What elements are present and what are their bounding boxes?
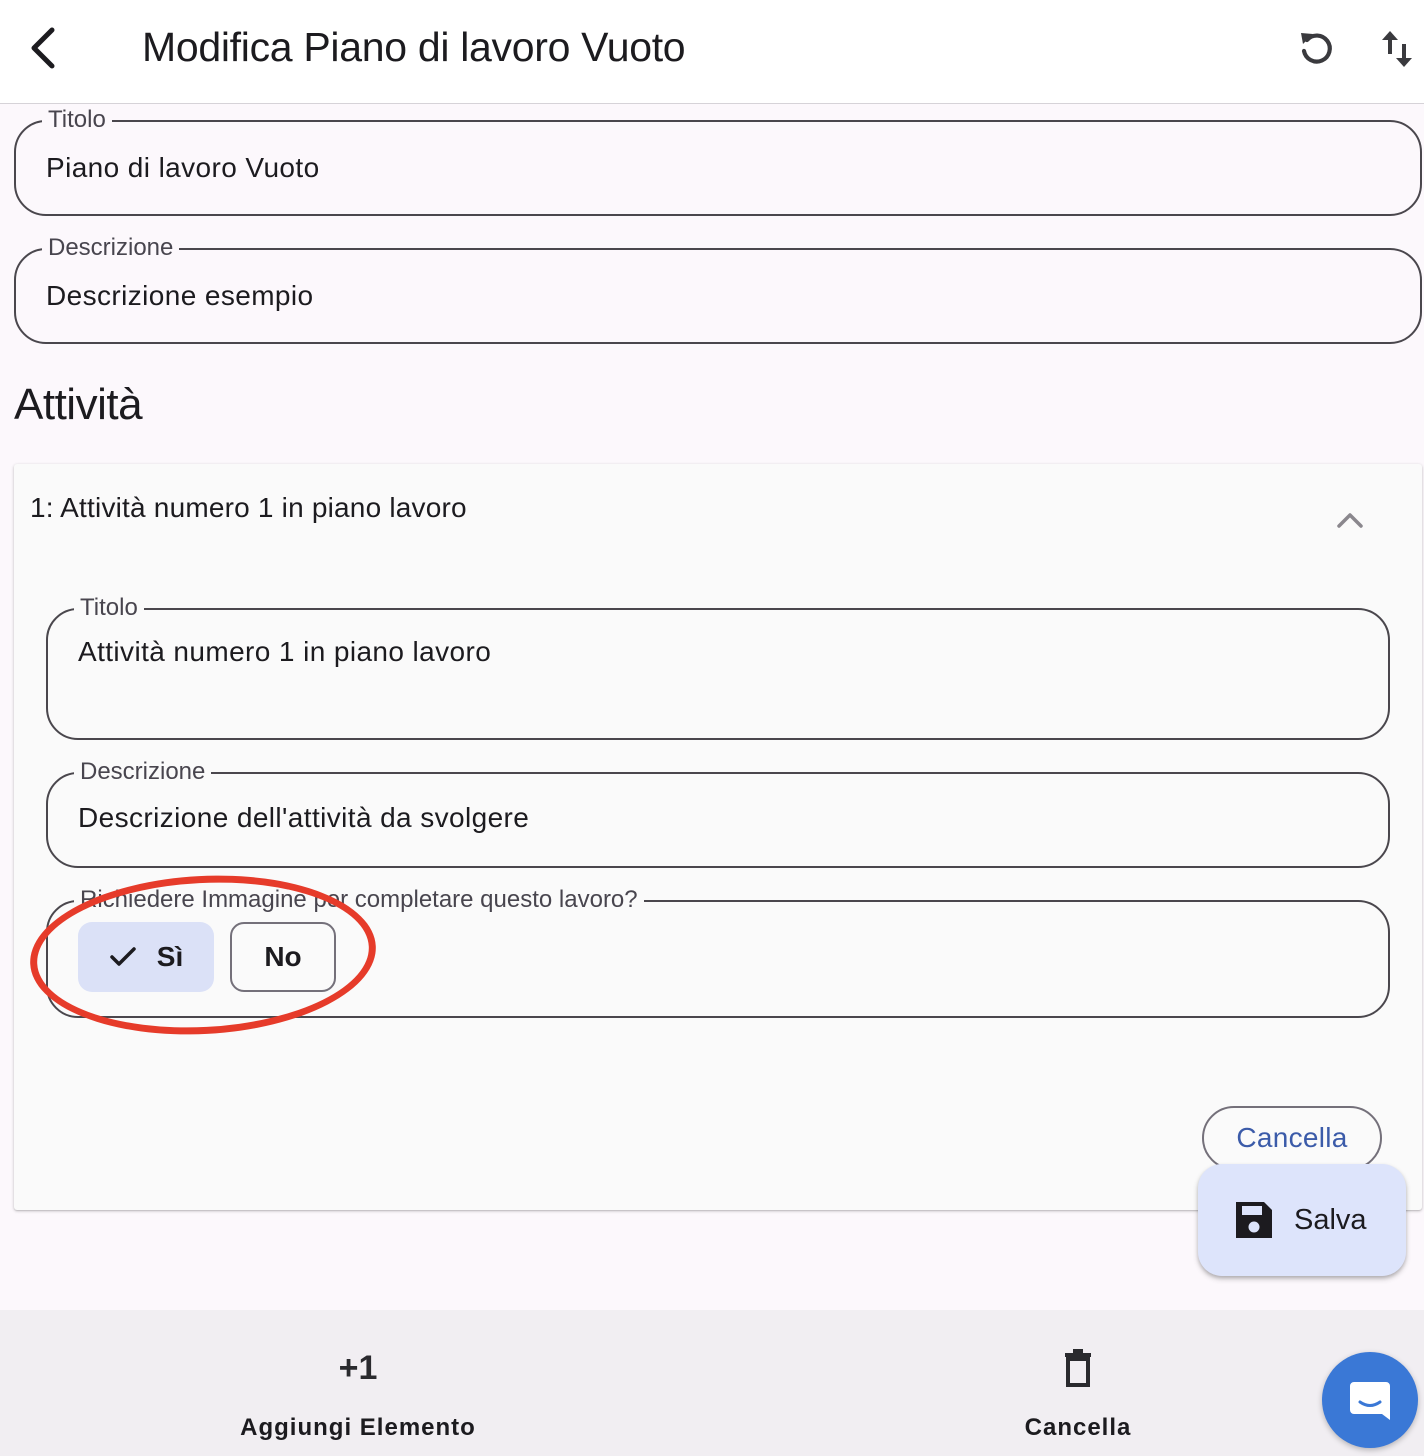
plan-title-value: Piano di lavoro Vuoto xyxy=(46,152,320,183)
plan-title-label: Titolo xyxy=(42,105,112,135)
activity-title-label: Titolo xyxy=(74,593,144,623)
activity-header[interactable]: 1: Attività numero 1 in piano lavoro xyxy=(30,492,467,524)
save-icon xyxy=(1236,1202,1272,1238)
delete-label: Cancella xyxy=(1024,1414,1132,1441)
activity-description-field[interactable]: Descrizione Descrizione dell'attività da… xyxy=(46,757,1390,868)
collapse-button[interactable] xyxy=(1330,500,1370,540)
refresh-icon xyxy=(1301,33,1332,64)
option-no-button[interactable]: No xyxy=(230,922,336,992)
save-label: Salva xyxy=(1294,1203,1367,1236)
option-no-label: No xyxy=(264,941,302,972)
back-button[interactable] xyxy=(18,18,68,78)
delete-button[interactable]: Cancella xyxy=(1002,1310,1154,1456)
page-title: Modifica Piano di lavoro Vuoto xyxy=(142,24,686,70)
activity-description-value: Descrizione dell'attività da svolgere xyxy=(78,802,530,833)
activity-title-field[interactable]: Titolo Attività numero 1 in piano lavoro xyxy=(46,593,1390,740)
bottom-bar: +1 Aggiungi Elemento Cancella xyxy=(0,1310,1424,1456)
app-bar: Modifica Piano di lavoro Vuoto xyxy=(0,0,1424,104)
swap-vert-icon xyxy=(1382,31,1412,67)
save-fab[interactable]: Salva xyxy=(1198,1164,1406,1276)
plan-title-field[interactable]: Titolo Piano di lavoro Vuoto xyxy=(14,105,1422,216)
chevron-up-icon xyxy=(1337,513,1363,528)
plan-description-value: Descrizione esempio xyxy=(46,280,314,311)
chat-launcher-button[interactable] xyxy=(1322,1352,1418,1448)
activities-heading: Attività xyxy=(14,380,143,429)
plan-description-field[interactable]: Descrizione Descrizione esempio xyxy=(14,233,1422,344)
add-element-button[interactable]: +1 Aggiungi Elemento xyxy=(232,1310,484,1456)
chevron-left-icon xyxy=(31,27,55,69)
add-element-label: Aggiungi Elemento xyxy=(240,1414,476,1441)
activity-title-value: Attività numero 1 in piano lavoro xyxy=(78,636,492,667)
plus-one-icon: +1 xyxy=(338,1348,378,1387)
refresh-button[interactable] xyxy=(1292,24,1342,74)
activity-description-label: Descrizione xyxy=(74,757,212,787)
activity-card: 1: Attività numero 1 in piano lavoro Tit… xyxy=(14,464,1422,1210)
cancel-activity-button[interactable]: Cancella xyxy=(1202,1106,1382,1170)
trash-icon xyxy=(1065,1349,1091,1387)
sort-button[interactable] xyxy=(1372,24,1422,74)
option-yes-button[interactable]: Sì xyxy=(78,922,214,992)
check-icon xyxy=(110,947,136,966)
chat-icon xyxy=(1350,1382,1390,1420)
page: Modifica Piano di lavoro Vuoto Titolo Pi… xyxy=(0,0,1424,1456)
require-image-label: Richiedere Immagine per completare quest… xyxy=(74,885,644,915)
plan-description-label: Descrizione xyxy=(42,233,180,263)
option-yes-label: Sì xyxy=(156,941,184,972)
